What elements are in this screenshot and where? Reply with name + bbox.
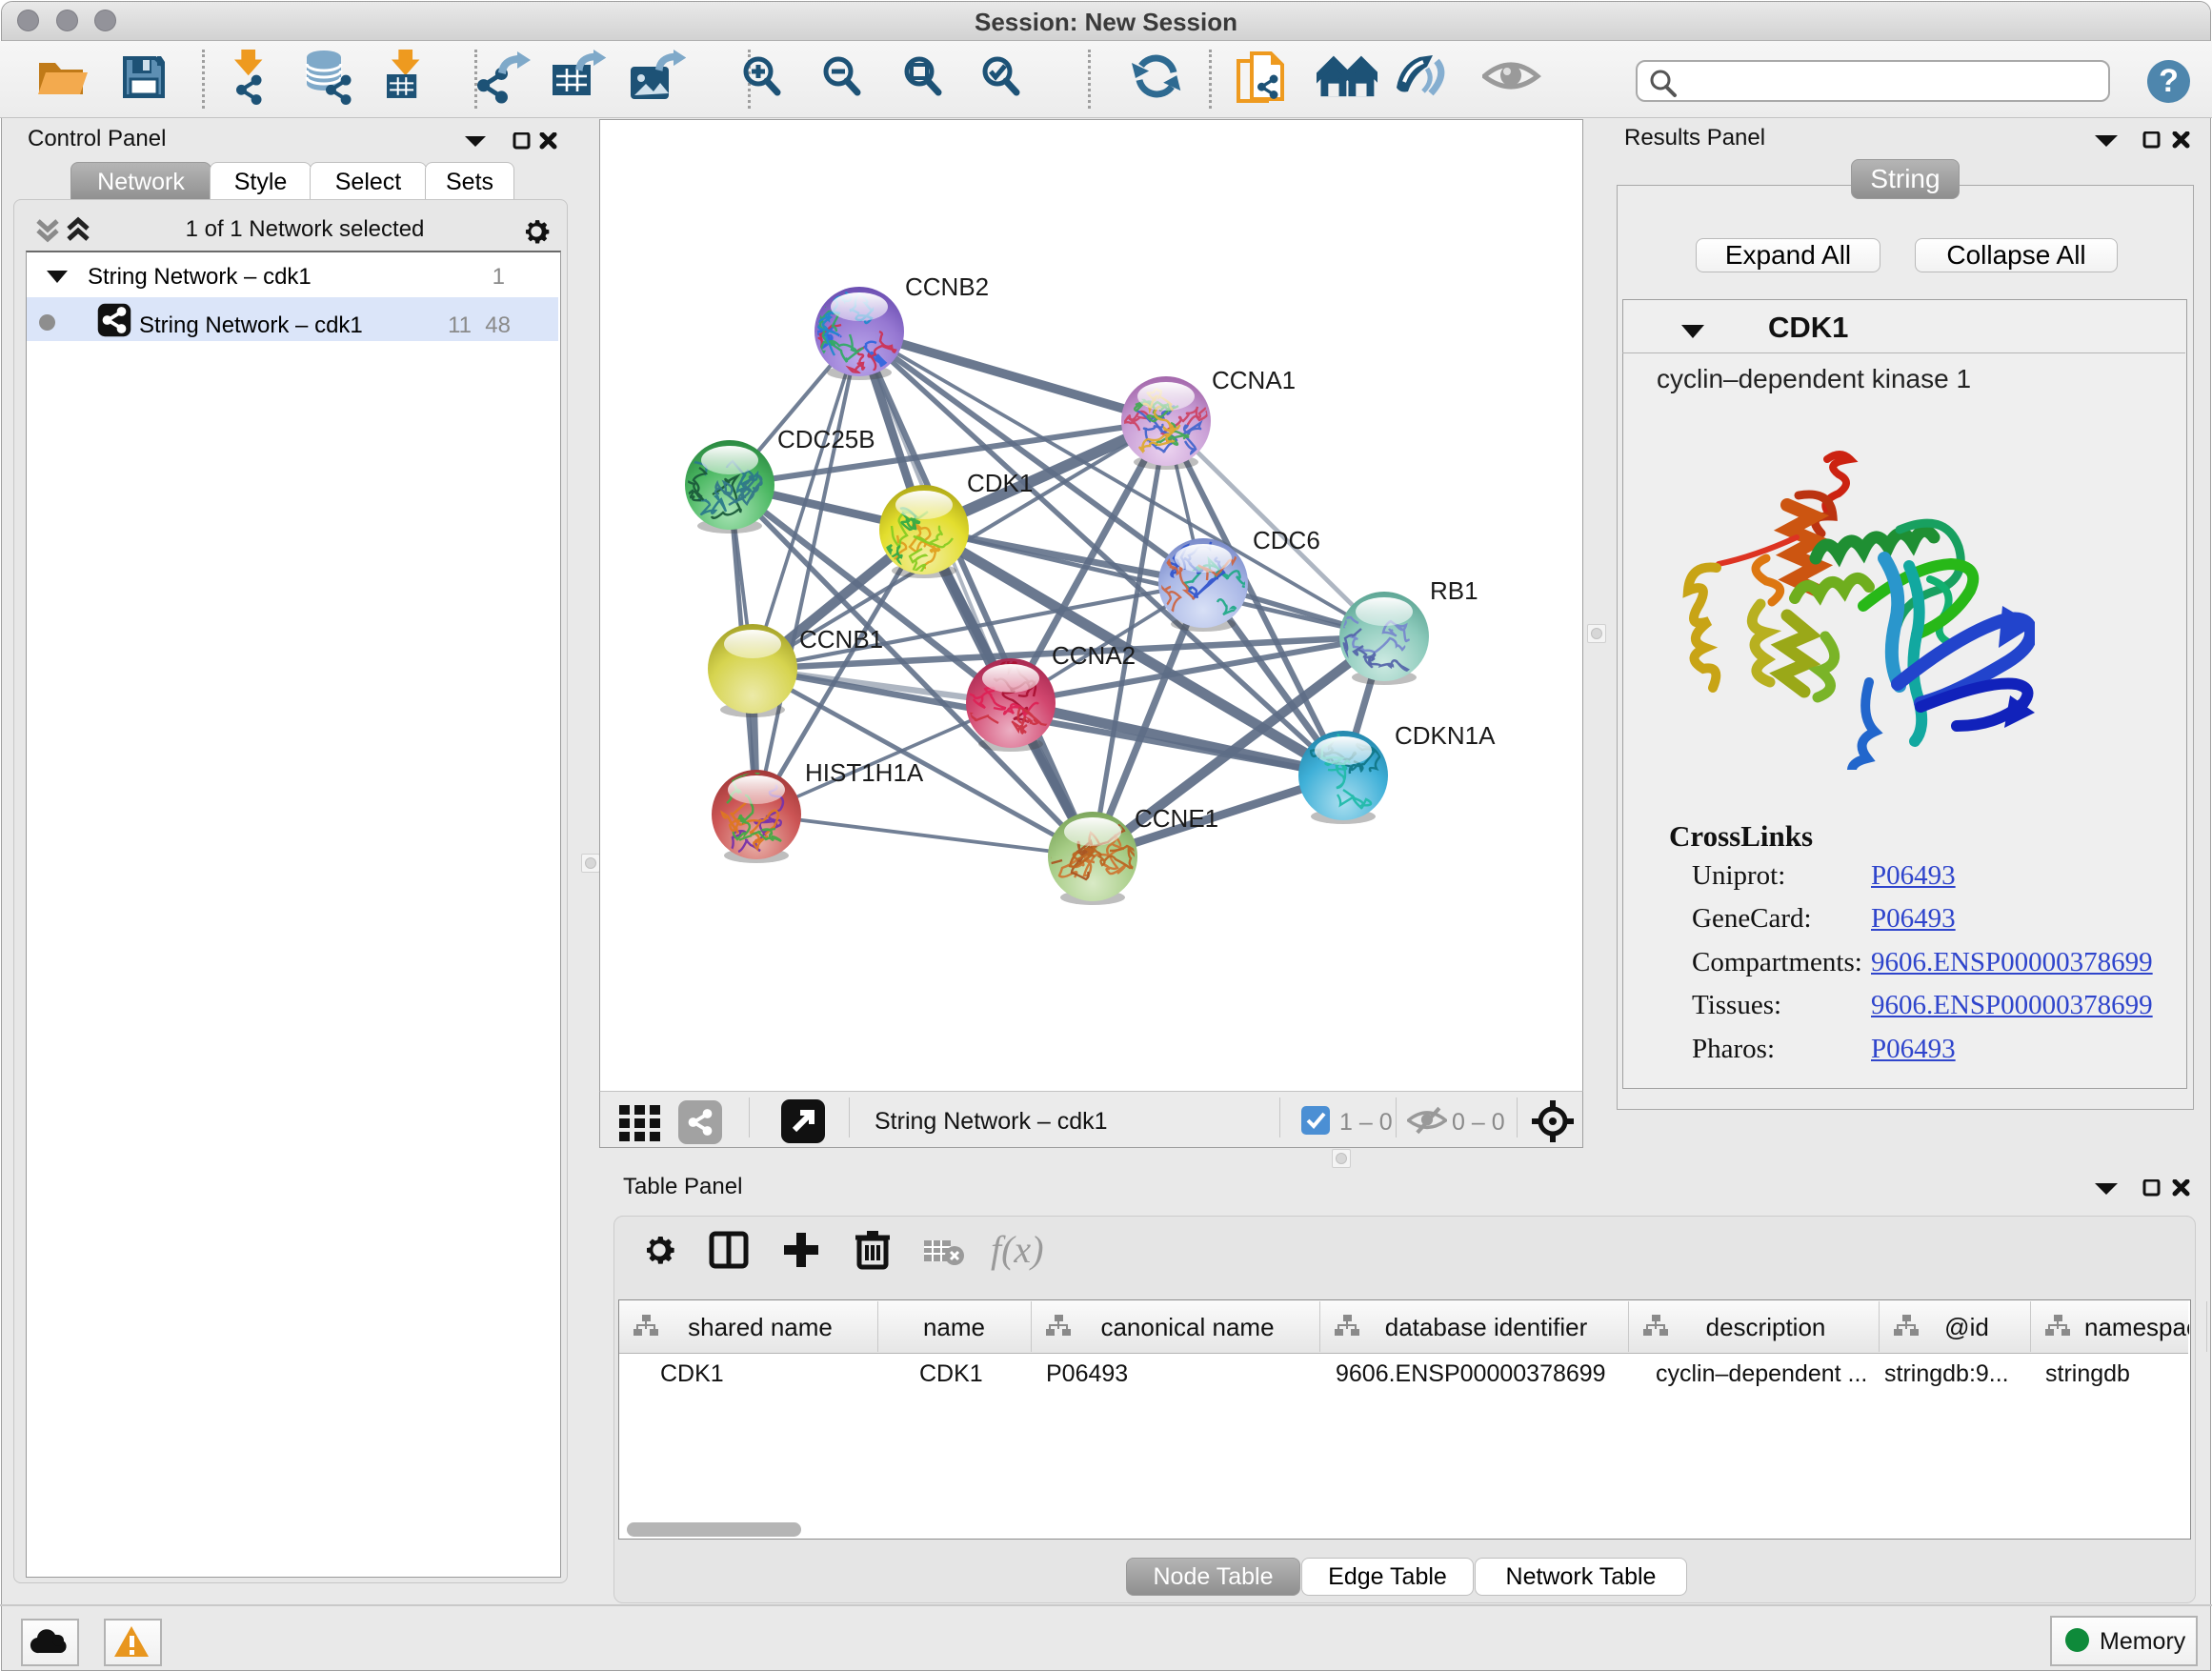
svg-text:CDKN1A: CDKN1A <box>1395 721 1496 750</box>
svg-text:CDC6: CDC6 <box>1253 526 1320 554</box>
svg-text:CCNE1: CCNE1 <box>1135 804 1218 833</box>
svg-text:CCNA1: CCNA1 <box>1212 366 1296 394</box>
svg-text:RB1: RB1 <box>1430 576 1478 605</box>
svg-text:CCNB1: CCNB1 <box>799 625 883 654</box>
svg-text:CDK1: CDK1 <box>967 469 1033 497</box>
svg-text:CDC25B: CDC25B <box>777 425 875 453</box>
svg-text:HIST1H1A: HIST1H1A <box>805 758 924 787</box>
svg-text:CCNA2: CCNA2 <box>1052 641 1136 670</box>
svg-text:CCNB2: CCNB2 <box>905 272 989 301</box>
